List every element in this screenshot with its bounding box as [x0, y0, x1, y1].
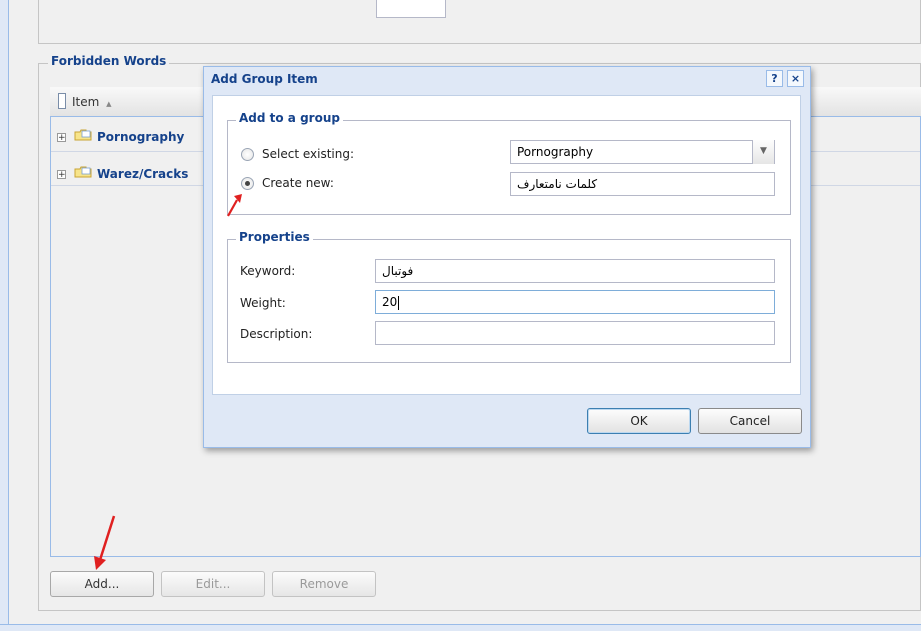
annotation-arrow-create-new	[227, 194, 242, 217]
add-to-group-fieldset	[227, 120, 791, 215]
weight-input[interactable]: 20	[375, 290, 775, 314]
help-icon[interactable]: ?	[766, 70, 783, 87]
top-clipped-field[interactable]	[376, 0, 446, 18]
expand-icon[interactable]: +	[57, 133, 66, 143]
description-input[interactable]	[375, 321, 775, 345]
remove-button[interactable]: Remove	[272, 571, 376, 597]
select-existing-label: Select existing:	[262, 147, 354, 161]
add-button[interactable]: Add...	[50, 571, 154, 597]
properties-legend: Properties	[236, 230, 313, 244]
sort-ascending-icon: ▲	[106, 100, 112, 108]
left-rail	[0, 0, 9, 631]
expand-icon[interactable]: +	[57, 170, 66, 180]
select-existing-radio[interactable]	[241, 148, 254, 161]
radio-selected-dot	[245, 181, 250, 186]
group-folder-icon	[74, 166, 92, 178]
create-new-value: کلمات نامتعارف	[517, 177, 598, 191]
create-new-input[interactable]: کلمات نامتعارف	[510, 172, 775, 196]
ok-button[interactable]: OK	[587, 408, 691, 434]
close-icon[interactable]: ×	[787, 70, 804, 87]
keyword-value: فوتبال	[382, 264, 414, 278]
forbidden-words-legend: Forbidden Words	[48, 54, 170, 68]
select-existing-value: Pornography	[517, 145, 594, 159]
keyword-input[interactable]: فوتبال	[375, 259, 775, 283]
create-new-label: Create new:	[262, 176, 334, 190]
text-cursor	[398, 295, 400, 310]
group-folder-icon	[74, 129, 92, 141]
create-new-radio[interactable]	[241, 177, 254, 190]
weight-label: Weight:	[240, 296, 286, 310]
column-header-label: Item	[72, 95, 100, 109]
weight-value: 20	[382, 295, 398, 309]
column-header-item[interactable]: Item ▲	[72, 95, 112, 109]
row-label-warez-cracks: Warez/Cracks	[97, 167, 189, 181]
bottom-rail	[0, 624, 921, 631]
edit-button[interactable]: Edit...	[161, 571, 265, 597]
cancel-button[interactable]: Cancel	[698, 408, 802, 434]
chevron-down-icon[interactable]: ▼	[752, 140, 774, 164]
top-settings-panel	[38, 0, 921, 44]
keyword-label: Keyword:	[240, 264, 296, 278]
annotation-arrow-add	[94, 515, 116, 570]
column-menu-icon[interactable]	[58, 93, 66, 109]
select-existing-combo[interactable]: Pornography	[510, 140, 775, 164]
dialog-title: Add Group Item	[211, 72, 318, 86]
row-label-pornography: Pornography	[97, 130, 185, 144]
add-to-group-legend: Add to a group	[236, 111, 343, 125]
description-label: Description:	[240, 327, 313, 341]
